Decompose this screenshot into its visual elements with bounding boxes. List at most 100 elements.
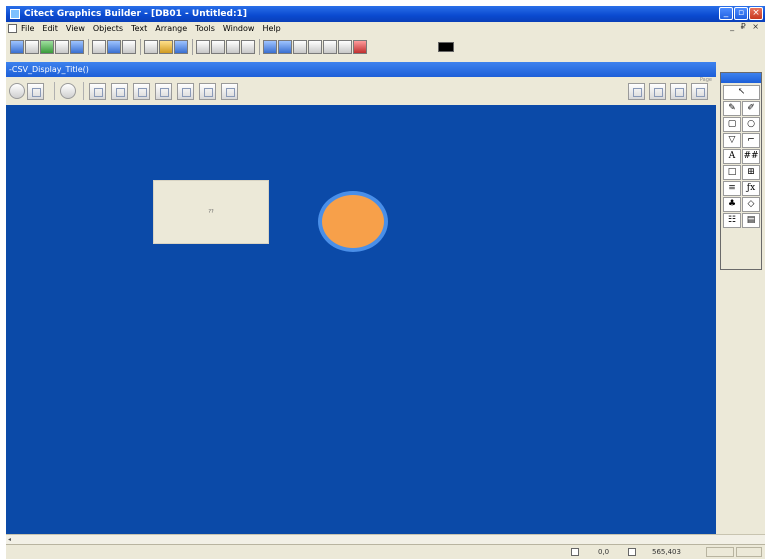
main-toolbar xyxy=(6,35,765,59)
menu-text[interactable]: Text xyxy=(131,24,147,33)
menu-file[interactable]: File xyxy=(21,24,34,33)
trend-icon[interactable]: ≡ xyxy=(723,181,741,196)
open-button[interactable] xyxy=(25,40,39,54)
toolbar-separator xyxy=(88,39,89,55)
cursor-coordinates: 0,0 xyxy=(598,548,610,556)
page-hint: Page xyxy=(699,77,712,83)
tools-palette: ↖ ✎ ✐ ▢ ○ ▽ ⌐ A ## □ ⊞ ≡ ƒx ♣ ◇ ☷ ▤ xyxy=(720,72,762,270)
minimize-button[interactable]: _ xyxy=(719,7,733,20)
page-button[interactable] xyxy=(92,40,106,54)
toolbar-separator xyxy=(83,82,84,100)
title-bar[interactable]: Citect Graphics Builder - [DB01 - Untitl… xyxy=(6,6,765,22)
back-nav-button[interactable] xyxy=(9,83,25,99)
mdi-controls[interactable]: _ ₽ × xyxy=(730,22,761,31)
trend-button[interactable] xyxy=(221,82,238,100)
project-button[interactable] xyxy=(70,40,84,54)
menu-edit[interactable]: Edit xyxy=(42,24,58,33)
toolbar-separator xyxy=(192,39,193,55)
template-button[interactable] xyxy=(107,40,121,54)
page-size: 565,403 xyxy=(652,548,681,556)
text-icon[interactable]: A xyxy=(723,149,741,164)
page-menu-button[interactable] xyxy=(133,82,150,100)
pipe-icon[interactable]: ⌐ xyxy=(742,133,760,148)
menu-tools[interactable]: Tools xyxy=(195,24,215,33)
page-window-title[interactable]: -CSV_Display_Title() xyxy=(6,62,716,77)
cicode-icon[interactable]: ƒx xyxy=(742,181,760,196)
users-button[interactable] xyxy=(691,83,708,100)
new-file-button[interactable] xyxy=(144,40,158,54)
number-icon[interactable]: ## xyxy=(742,149,760,164)
ellipse-icon[interactable]: ○ xyxy=(742,117,760,132)
window-title: Citect Graphics Builder - [DB01 - Untitl… xyxy=(24,9,247,19)
pen-icon[interactable]: ✐ xyxy=(742,101,760,116)
tools-palette-title[interactable] xyxy=(721,73,761,83)
menu-view[interactable]: View xyxy=(66,24,85,33)
menu-bar: File Edit View Objects Text Arrange Tool… xyxy=(6,22,765,35)
ellipse-object[interactable] xyxy=(318,191,388,252)
help-button[interactable] xyxy=(353,40,367,54)
back-button[interactable] xyxy=(278,40,292,54)
grid-button[interactable] xyxy=(338,40,352,54)
status-panel xyxy=(736,547,762,557)
library-icon[interactable]: ♣ xyxy=(723,197,741,212)
scroll-thumb[interactable] xyxy=(18,536,758,543)
up-nav-button[interactable] xyxy=(60,83,76,99)
menu-arrange[interactable]: Arrange xyxy=(155,24,187,33)
align-button[interactable] xyxy=(323,40,337,54)
document-icon[interactable] xyxy=(8,24,17,33)
pointer-icon[interactable]: ↖ xyxy=(723,85,760,100)
toolbar-separator xyxy=(54,82,55,100)
menu-objects[interactable]: Objects xyxy=(93,24,123,33)
group-button[interactable] xyxy=(293,40,307,54)
color-swatch[interactable] xyxy=(438,42,454,52)
new-page-button[interactable] xyxy=(10,40,24,54)
toolbar-separator xyxy=(259,39,260,55)
active-x-icon[interactable]: ☷ xyxy=(723,213,741,228)
front-button[interactable] xyxy=(263,40,277,54)
menu-help[interactable]: Help xyxy=(262,24,280,33)
button-object[interactable]: ?? xyxy=(153,180,269,244)
summary-button[interactable] xyxy=(199,82,216,100)
drawing-canvas[interactable]: ?? xyxy=(6,105,716,542)
app-icon xyxy=(10,9,20,19)
save-button[interactable] xyxy=(174,40,188,54)
page-next-button[interactable] xyxy=(111,82,128,100)
graphics-builder-window: Citect Graphics Builder - [DB01 - Untitl… xyxy=(6,6,765,559)
horizontal-scrollbar[interactable]: ◂ xyxy=(6,534,765,544)
forward-nav-button[interactable] xyxy=(27,82,44,100)
page-toolbar-right xyxy=(628,83,712,100)
symbol-button[interactable] xyxy=(122,40,136,54)
button-icon[interactable]: □ xyxy=(723,165,741,180)
maximize-button[interactable]: ▫ xyxy=(734,7,748,20)
cursor-icon xyxy=(571,548,579,556)
genie-icon[interactable]: ◇ xyxy=(742,197,760,212)
run-button[interactable] xyxy=(40,40,54,54)
login-button[interactable] xyxy=(670,83,687,100)
window-controls: _ ▫ × xyxy=(719,7,763,20)
symbol-icon[interactable]: ⊞ xyxy=(742,165,760,180)
undo-button[interactable] xyxy=(241,40,255,54)
polygon-icon[interactable]: ▽ xyxy=(723,133,741,148)
page-prev-button[interactable] xyxy=(89,82,106,100)
status-panel xyxy=(706,547,734,557)
ungroup-button[interactable] xyxy=(308,40,322,54)
menu-window[interactable]: Window xyxy=(223,24,255,33)
page-toolbar: Page xyxy=(6,77,716,105)
rectangle-icon[interactable]: ▢ xyxy=(723,117,741,132)
button-object-label: ?? xyxy=(208,209,214,215)
cut-button[interactable] xyxy=(196,40,210,54)
pencil-icon[interactable]: ✎ xyxy=(723,101,741,116)
home-button[interactable] xyxy=(155,82,172,100)
scroll-left-icon[interactable]: ◂ xyxy=(8,536,15,543)
tools-button[interactable] xyxy=(649,83,666,100)
copy-button[interactable] xyxy=(211,40,225,54)
open-file-button[interactable] xyxy=(159,40,173,54)
database-icon[interactable]: ▤ xyxy=(742,213,760,228)
page-window: -CSV_Display_Title() Page ?? xyxy=(6,62,716,542)
compile-button[interactable] xyxy=(55,40,69,54)
report-button[interactable] xyxy=(628,83,645,100)
toolbar-separator xyxy=(140,39,141,55)
alarm-button[interactable] xyxy=(177,82,194,100)
paste-button[interactable] xyxy=(226,40,240,54)
close-button[interactable]: × xyxy=(749,7,763,20)
